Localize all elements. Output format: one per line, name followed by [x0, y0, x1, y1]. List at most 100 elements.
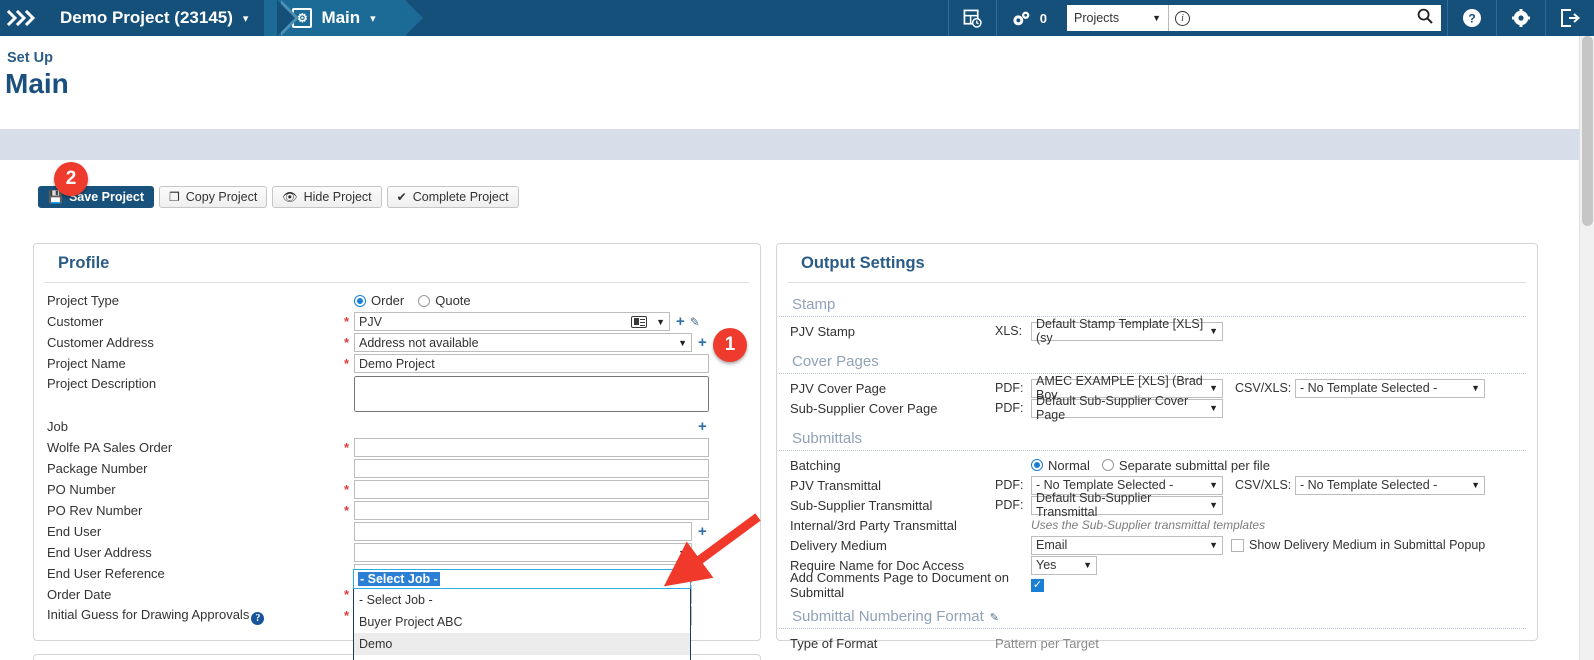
job-option-demo[interactable]: Demo — [354, 633, 690, 655]
search-scope-select[interactable]: Projects ▼ — [1067, 5, 1169, 31]
po-number-required-marker: * — [344, 482, 350, 497]
pjv-transmittal-csvxls-select[interactable]: - No Template Selected - ▼ — [1295, 475, 1485, 495]
breadcrumb-project[interactable]: Demo Project (23145) ▾ — [44, 0, 300, 36]
radio-quote[interactable]: Quote — [418, 293, 471, 308]
hide-project-button[interactable]: 👁 Hide Project — [272, 186, 382, 208]
add-customer-address-icon[interactable]: + — [698, 334, 707, 351]
annotation-arrow-1 — [663, 513, 761, 587]
recent-items-icon[interactable] — [947, 0, 996, 36]
type-of-format-value: Pattern per Target — [995, 635, 1099, 651]
add-comments-page-checkbox[interactable]: ✓ — [1031, 578, 1044, 592]
tag-sub-transmittal-pdf: PDF: — [995, 498, 1024, 512]
help-circle-icon[interactable]: ? — [251, 611, 265, 625]
copy-icon: ❐ — [169, 190, 180, 204]
app-logo-icon[interactable] — [0, 0, 44, 36]
wolfe-sales-order-input[interactable] — [354, 438, 709, 457]
sub-supplier-cover-page-select[interactable]: Default Sub-Supplier Cover Page ▼ — [1031, 394, 1223, 422]
batching-radio-group: Normal Separate submittal per file — [1031, 458, 1270, 473]
section-cover-pages-header: Cover Pages — [779, 347, 1526, 374]
profile-panel-title: Profile — [45, 244, 749, 283]
job-option[interactable]: - Select Job - — [354, 589, 690, 611]
page-scrollbar[interactable] — [1579, 36, 1594, 660]
scrollbar-thumb[interactable] — [1582, 36, 1593, 226]
output-panel-title: Output Settings — [788, 244, 1526, 283]
page-eyebrow: Set Up — [7, 50, 53, 66]
output-settings-panel: Output Settings Stamp PJV Stamp XLS: Def… — [776, 243, 1538, 651]
search-input[interactable] — [1190, 10, 1417, 26]
info-icon[interactable]: i — [1175, 10, 1190, 26]
job-option[interactable]: DR2 Gas Plant — [354, 655, 690, 660]
end-user-address-select[interactable]: ▼ — [354, 543, 692, 562]
section-divider-band — [0, 129, 1594, 160]
label-job: Job — [47, 419, 68, 434]
delivery-medium-select[interactable]: Email ▼ — [1031, 535, 1223, 555]
add-job-icon[interactable]: + — [698, 418, 707, 435]
radio-order[interactable]: Order — [354, 293, 404, 308]
add-customer-icon[interactable]: + — [676, 313, 685, 330]
pencil-icon[interactable]: ✎ — [990, 612, 999, 624]
section-stamp-header: Stamp — [779, 290, 1526, 317]
sub-supplier-transmittal-value: Default Sub-Supplier Transmittal — [1036, 491, 1152, 519]
project-name-input[interactable] — [354, 354, 709, 373]
chevron-down-icon: ▼ — [1209, 500, 1218, 510]
chevron-down-icon[interactable]: ▾ — [243, 12, 249, 25]
section-numbering-header: Submittal Numbering Format ✎ — [779, 602, 1526, 629]
show-delivery-medium-checkbox[interactable] — [1231, 538, 1244, 552]
row-end-user-address: End User Address ▼ — [34, 542, 760, 563]
customer-address-required-marker: * — [344, 335, 350, 350]
global-search-group: Projects ▼ i — [1067, 5, 1441, 31]
card-icon[interactable] — [631, 315, 648, 328]
customer-required-marker: * — [344, 314, 350, 329]
end-user-input[interactable] — [354, 522, 692, 541]
label-po-rev-number: PO Rev Number — [47, 503, 143, 518]
row-type-of-format: Type of Format Pattern per Target — [777, 633, 1537, 653]
help-icon[interactable]: ? — [1447, 0, 1496, 36]
package-number-input[interactable] — [354, 459, 709, 478]
copy-project-button[interactable]: ❐ Copy Project — [159, 186, 268, 208]
label-add-comments-page: Add Comments Page to Document on Submitt… — [790, 570, 1009, 600]
radio-quote-label: Quote — [435, 293, 471, 308]
label-package-number: Package Number — [47, 461, 148, 476]
row-package-number: Package Number — [34, 458, 760, 479]
sub-supplier-transmittal-select[interactable]: Default Sub-Supplier Transmittal ▼ — [1031, 491, 1223, 519]
row-po-rev-number: PO Rev Number * — [34, 500, 760, 521]
row-batching: Batching Normal Separate submittal per f… — [777, 455, 1537, 475]
project-description-textarea[interactable] — [354, 376, 709, 412]
row-customer: Customer * PJV ▼ + ✎ — [34, 311, 760, 332]
chevron-down-icon: ▼ — [1471, 383, 1480, 393]
output-settings-form: Stamp PJV Stamp XLS: Default Stamp Templ… — [777, 283, 1537, 653]
job-option[interactable]: Buyer Project ABC — [354, 611, 690, 633]
row-customer-address: Customer Address * Address not available… — [34, 332, 760, 353]
edit-customer-icon[interactable]: ✎ — [690, 315, 700, 329]
gear-icon[interactable] — [1496, 0, 1545, 36]
job-dropdown-list[interactable]: - Select Job - Buyer Project ABC Demo DR… — [353, 589, 691, 660]
logout-icon[interactable] — [1545, 0, 1594, 36]
pjv-stamp-template-select[interactable]: Default Stamp Template [XLS] (sy ▼ — [1031, 317, 1223, 345]
chevron-down-icon: ▼ — [678, 337, 687, 348]
po-number-input[interactable] — [354, 480, 709, 499]
require-name-select[interactable]: Yes ▼ — [1031, 555, 1097, 575]
chevron-down-icon[interactable]: ▼ — [656, 317, 665, 327]
complete-project-button[interactable]: ✔ Complete Project — [386, 186, 519, 208]
po-rev-number-input[interactable] — [354, 501, 709, 520]
customer-input[interactable]: PJV ▼ — [354, 312, 670, 331]
check-icon: ✔ — [396, 190, 407, 204]
row-add-comments-page: Add Comments Page to Document on Submitt… — [777, 570, 1537, 600]
gears-settings-button[interactable]: 0 — [995, 0, 1061, 36]
label-end-user-reference: End User Reference — [47, 566, 165, 581]
customer-address-value: Address not available — [359, 335, 479, 350]
pjv-cover-page-csvxls-select[interactable]: - No Template Selected - ▼ — [1295, 378, 1485, 398]
pjv-transmittal-pdf-value: - No Template Selected - — [1036, 478, 1174, 492]
gears-count: 0 — [1039, 10, 1047, 26]
save-project-button[interactable]: 💾 Save Project — [38, 186, 154, 208]
job-select[interactable]: - Select Job - ▼ — [353, 569, 691, 589]
radio-batching-normal[interactable]: Normal — [1031, 458, 1090, 473]
row-wolfe-sales-order: Wolfe PA Sales Order * — [34, 437, 760, 458]
row-delivery-medium: Delivery Medium Email ▼ Show Delivery Me… — [777, 535, 1537, 555]
radio-batching-separate[interactable]: Separate submittal per file — [1101, 458, 1270, 473]
customer-address-select[interactable]: Address not available ▼ — [354, 333, 692, 352]
search-icon[interactable] — [1417, 8, 1435, 28]
radio-batching-normal-label: Normal — [1048, 457, 1090, 473]
chevron-down-icon[interactable]: ▾ — [370, 12, 376, 25]
label-project-description: Project Description — [47, 376, 157, 391]
